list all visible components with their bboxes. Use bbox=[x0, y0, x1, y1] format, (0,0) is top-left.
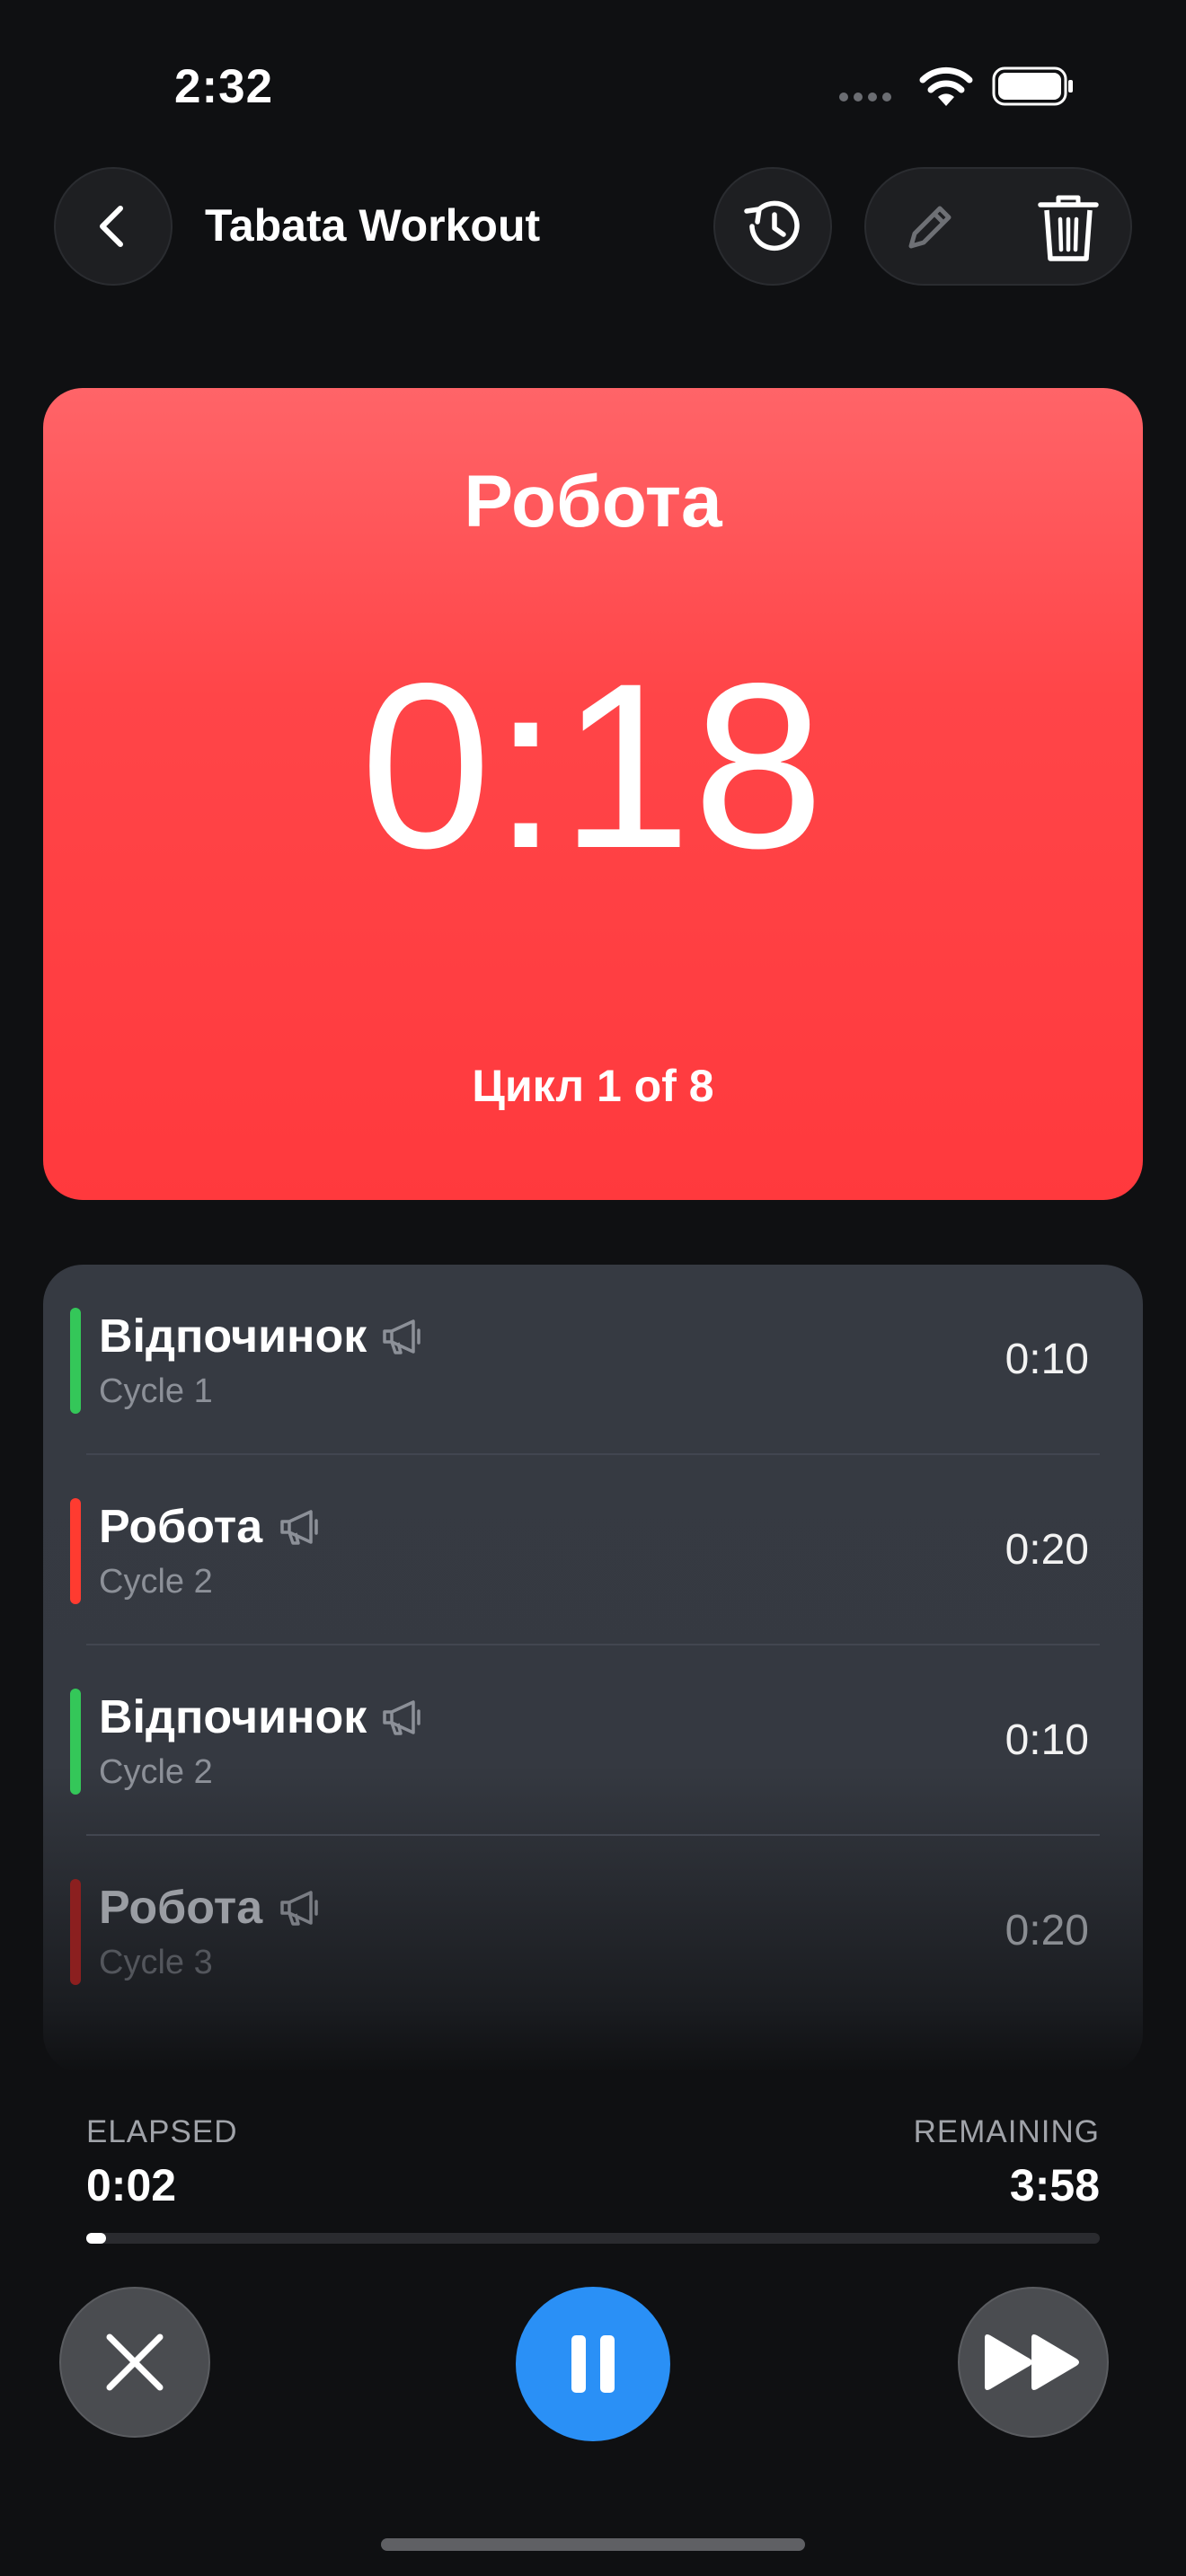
home-indicator bbox=[381, 2538, 805, 2551]
list-item[interactable]: Робота Cycle 2 0:20 bbox=[43, 1455, 1143, 1645]
elapsed-value: 0:02 bbox=[86, 2160, 177, 2210]
list-item[interactable]: Відпочинок Cycle 1 0:10 bbox=[43, 1265, 1143, 1455]
interval-title: Робота bbox=[99, 1501, 263, 1553]
list-item[interactable]: Робота Cycle 3 0:20 bbox=[43, 1836, 1143, 2026]
interval-title: Відпочинок bbox=[99, 1691, 367, 1743]
interval-title: Відпочинок bbox=[99, 1310, 367, 1363]
interval-cycle: Cycle 2 bbox=[99, 1753, 213, 1791]
cycle-counter: Цикл 1 of 8 bbox=[472, 1061, 714, 1111]
chevron-left-icon bbox=[100, 206, 123, 247]
fast-forward-icon bbox=[985, 2334, 1079, 2390]
stop-button[interactable] bbox=[59, 2287, 210, 2438]
phase-color-bar bbox=[70, 1689, 81, 1795]
interval-duration: 0:10 bbox=[1005, 1716, 1089, 1764]
trash-icon[interactable] bbox=[1035, 192, 1102, 264]
progress-fill bbox=[86, 2233, 106, 2244]
megaphone-icon bbox=[280, 1510, 318, 1545]
history-button[interactable] bbox=[713, 167, 832, 286]
countdown-timer: 0:18 bbox=[360, 634, 826, 897]
list-item[interactable]: Відпочинок Cycle 2 0:10 bbox=[43, 1645, 1143, 1836]
wifi-icon bbox=[919, 66, 973, 106]
skip-button[interactable] bbox=[958, 2287, 1109, 2438]
interval-list[interactable]: Відпочинок Cycle 1 0:10 Робота Cycle 2 0… bbox=[43, 1265, 1143, 2073]
interval-duration: 0:20 bbox=[1005, 1526, 1089, 1574]
megaphone-icon bbox=[383, 1319, 420, 1354]
pause-icon bbox=[571, 2335, 615, 2393]
edit-delete-group bbox=[864, 167, 1132, 286]
megaphone-icon bbox=[383, 1700, 420, 1735]
remaining-value: 3:58 bbox=[1009, 2160, 1100, 2210]
interval-cycle: Cycle 2 bbox=[99, 1563, 213, 1601]
battery-icon bbox=[992, 66, 1073, 106]
history-icon bbox=[744, 200, 800, 251]
interval-duration: 0:10 bbox=[1005, 1336, 1089, 1383]
phase-color-bar bbox=[70, 1879, 81, 1985]
cellular-signal-icon bbox=[839, 90, 902, 101]
interval-duration: 0:20 bbox=[1005, 1907, 1089, 1954]
remaining-label: REMAINING bbox=[913, 2114, 1100, 2149]
interval-cycle: Cycle 3 bbox=[99, 1944, 213, 1981]
elapsed-label: ELAPSED bbox=[86, 2114, 238, 2149]
pencil-icon[interactable] bbox=[902, 199, 958, 255]
interval-title: Робота bbox=[99, 1882, 263, 1934]
current-phase-label: Робота bbox=[464, 461, 722, 543]
phase-color-bar bbox=[70, 1308, 81, 1414]
page-title: Tabata Workout bbox=[205, 200, 541, 251]
interval-cycle: Cycle 1 bbox=[99, 1372, 213, 1410]
close-icon bbox=[106, 2333, 164, 2391]
megaphone-icon bbox=[280, 1891, 318, 1926]
status-time: 2:32 bbox=[174, 60, 274, 113]
phase-color-bar bbox=[70, 1498, 81, 1604]
current-interval-card: Робота 0:18 Цикл 1 of 8 bbox=[43, 388, 1143, 1200]
progress-bar[interactable] bbox=[86, 2233, 1100, 2244]
back-button[interactable] bbox=[54, 167, 173, 286]
pause-button[interactable] bbox=[516, 2287, 670, 2441]
